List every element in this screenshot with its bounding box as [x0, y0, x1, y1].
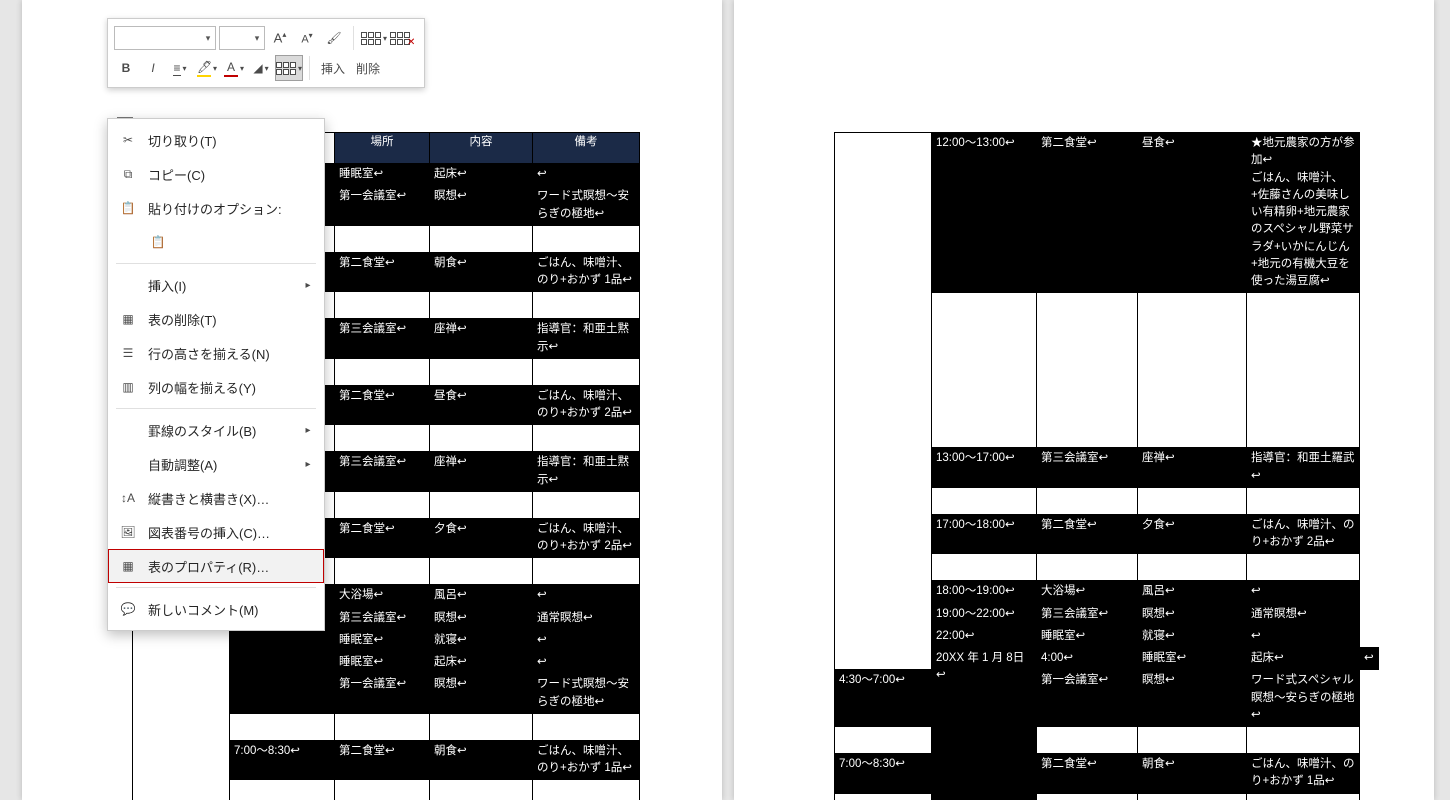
borders-button[interactable] — [276, 56, 302, 80]
ctx-paste-options: 📋貼り付けのオプション: — [108, 191, 324, 225]
bucket-icon: ◢ — [253, 61, 262, 75]
col-note: 備考 — [533, 133, 640, 164]
ctx-new-comment[interactable]: 💬新しいコメント(M) — [108, 592, 324, 626]
ctx-cut[interactable]: ✂切り取り(T) — [108, 123, 324, 157]
copy-icon: ⧉ — [118, 164, 138, 184]
ctx-copy[interactable]: ⧉コピー(C) — [108, 157, 324, 191]
viewport: ✥ 場所 内容 備考 睡眠室↩起床↩↩ 第一会議室↩瞑想↩ワード式瞑想～安らぎの… — [0, 0, 1450, 800]
table-icon — [361, 32, 381, 45]
font-color-button[interactable]: A — [222, 56, 246, 80]
ctx-border-style[interactable]: 罫線のスタイル(B)▸ — [108, 413, 324, 447]
schedule-table-right[interactable]: 12:00～13:00↩第二食堂↩昼食↩★地元農家の方が参加↩ ごはん、味噌汁、… — [834, 132, 1379, 800]
chevron-right-icon: ▸ — [302, 425, 314, 436]
paintbrush-icon: 🖌 — [326, 31, 341, 45]
font-color-icon: A — [224, 60, 238, 77]
col-action: 内容 — [430, 133, 533, 164]
underline-button[interactable]: ≡ — [168, 56, 192, 80]
ctx-paste-option-1[interactable]: 📋 — [108, 225, 324, 259]
ctx-col-width[interactable]: ▥列の幅を揃える(Y) — [108, 370, 324, 404]
bold-button[interactable]: B — [114, 56, 138, 80]
shading-button[interactable]: ◢ — [249, 56, 273, 80]
decrease-font-button[interactable]: A▾ — [295, 26, 319, 50]
mini-toolbar-row-2: B I ≡ 🖊 A ◢ 挿入 削除 — [114, 53, 418, 83]
ctx-insert-caption[interactable]: 🖼図表番号の挿入(C)… — [108, 515, 324, 549]
ctx-insert[interactable]: 挿入(I)▸ — [108, 268, 324, 302]
insert-label[interactable]: 挿入 — [317, 60, 349, 77]
table-delete-button[interactable]: ✕ — [390, 26, 418, 50]
col-width-icon: ▥ — [118, 377, 138, 397]
ctx-table-properties[interactable]: ▦表のプロパティ(R)… — [108, 549, 324, 583]
ctx-text-direction[interactable]: ↕A縦書きと横書き(X)… — [108, 481, 324, 515]
chevron-right-icon: ▸ — [302, 280, 314, 291]
mini-toolbar: ▾ ▾ A▴ A▾ 🖌 ✕ B I ≡ 🖊 A ◢ 挿入 削除 — [107, 18, 425, 88]
picture-icon: 🖼 — [118, 522, 138, 542]
font-size-combo[interactable]: ▾ — [219, 26, 265, 50]
clipboard-a-icon: 📋 — [148, 232, 168, 252]
ctx-autofit[interactable]: 自動調整(A)▸ — [108, 447, 324, 481]
scissors-icon: ✂ — [118, 130, 138, 150]
delete-table-icon: ▦ — [118, 309, 138, 329]
italic-button[interactable]: I — [141, 56, 165, 80]
delete-label[interactable]: 削除 — [352, 60, 384, 77]
clipboard-icon: 📋 — [118, 198, 138, 218]
row-height-icon: ☰ — [118, 343, 138, 363]
text-direction-icon: ↕A — [118, 488, 138, 508]
format-painter-button[interactable]: 🖌 — [322, 26, 346, 50]
borders-icon — [276, 62, 296, 75]
table-insert-split-button[interactable] — [361, 26, 387, 50]
underline-icon: ≡ — [173, 61, 180, 76]
highlight-button[interactable]: 🖊 — [195, 56, 219, 80]
mini-toolbar-row-1: ▾ ▾ A▴ A▾ 🖌 ✕ — [114, 23, 418, 53]
ctx-delete-table[interactable]: ▦表の削除(T) — [108, 302, 324, 336]
context-menu: ✂切り取り(T) ⧉コピー(C) 📋貼り付けのオプション: 📋 挿入(I)▸ ▦… — [107, 118, 325, 631]
highlight-icon: 🖊 — [197, 60, 211, 77]
page-2: 12:00～13:00↩第二食堂↩昼食↩★地元農家の方が参加↩ ごはん、味噌汁、… — [734, 0, 1434, 800]
ctx-row-height[interactable]: ☰行の高さを揃える(N) — [108, 336, 324, 370]
font-family-combo[interactable]: ▾ — [114, 26, 216, 50]
chevron-right-icon: ▸ — [302, 459, 314, 470]
col-place: 場所 — [335, 133, 430, 164]
table-properties-icon: ▦ — [118, 556, 138, 576]
comment-icon: 💬 — [118, 599, 138, 619]
increase-font-button[interactable]: A▴ — [268, 26, 292, 50]
